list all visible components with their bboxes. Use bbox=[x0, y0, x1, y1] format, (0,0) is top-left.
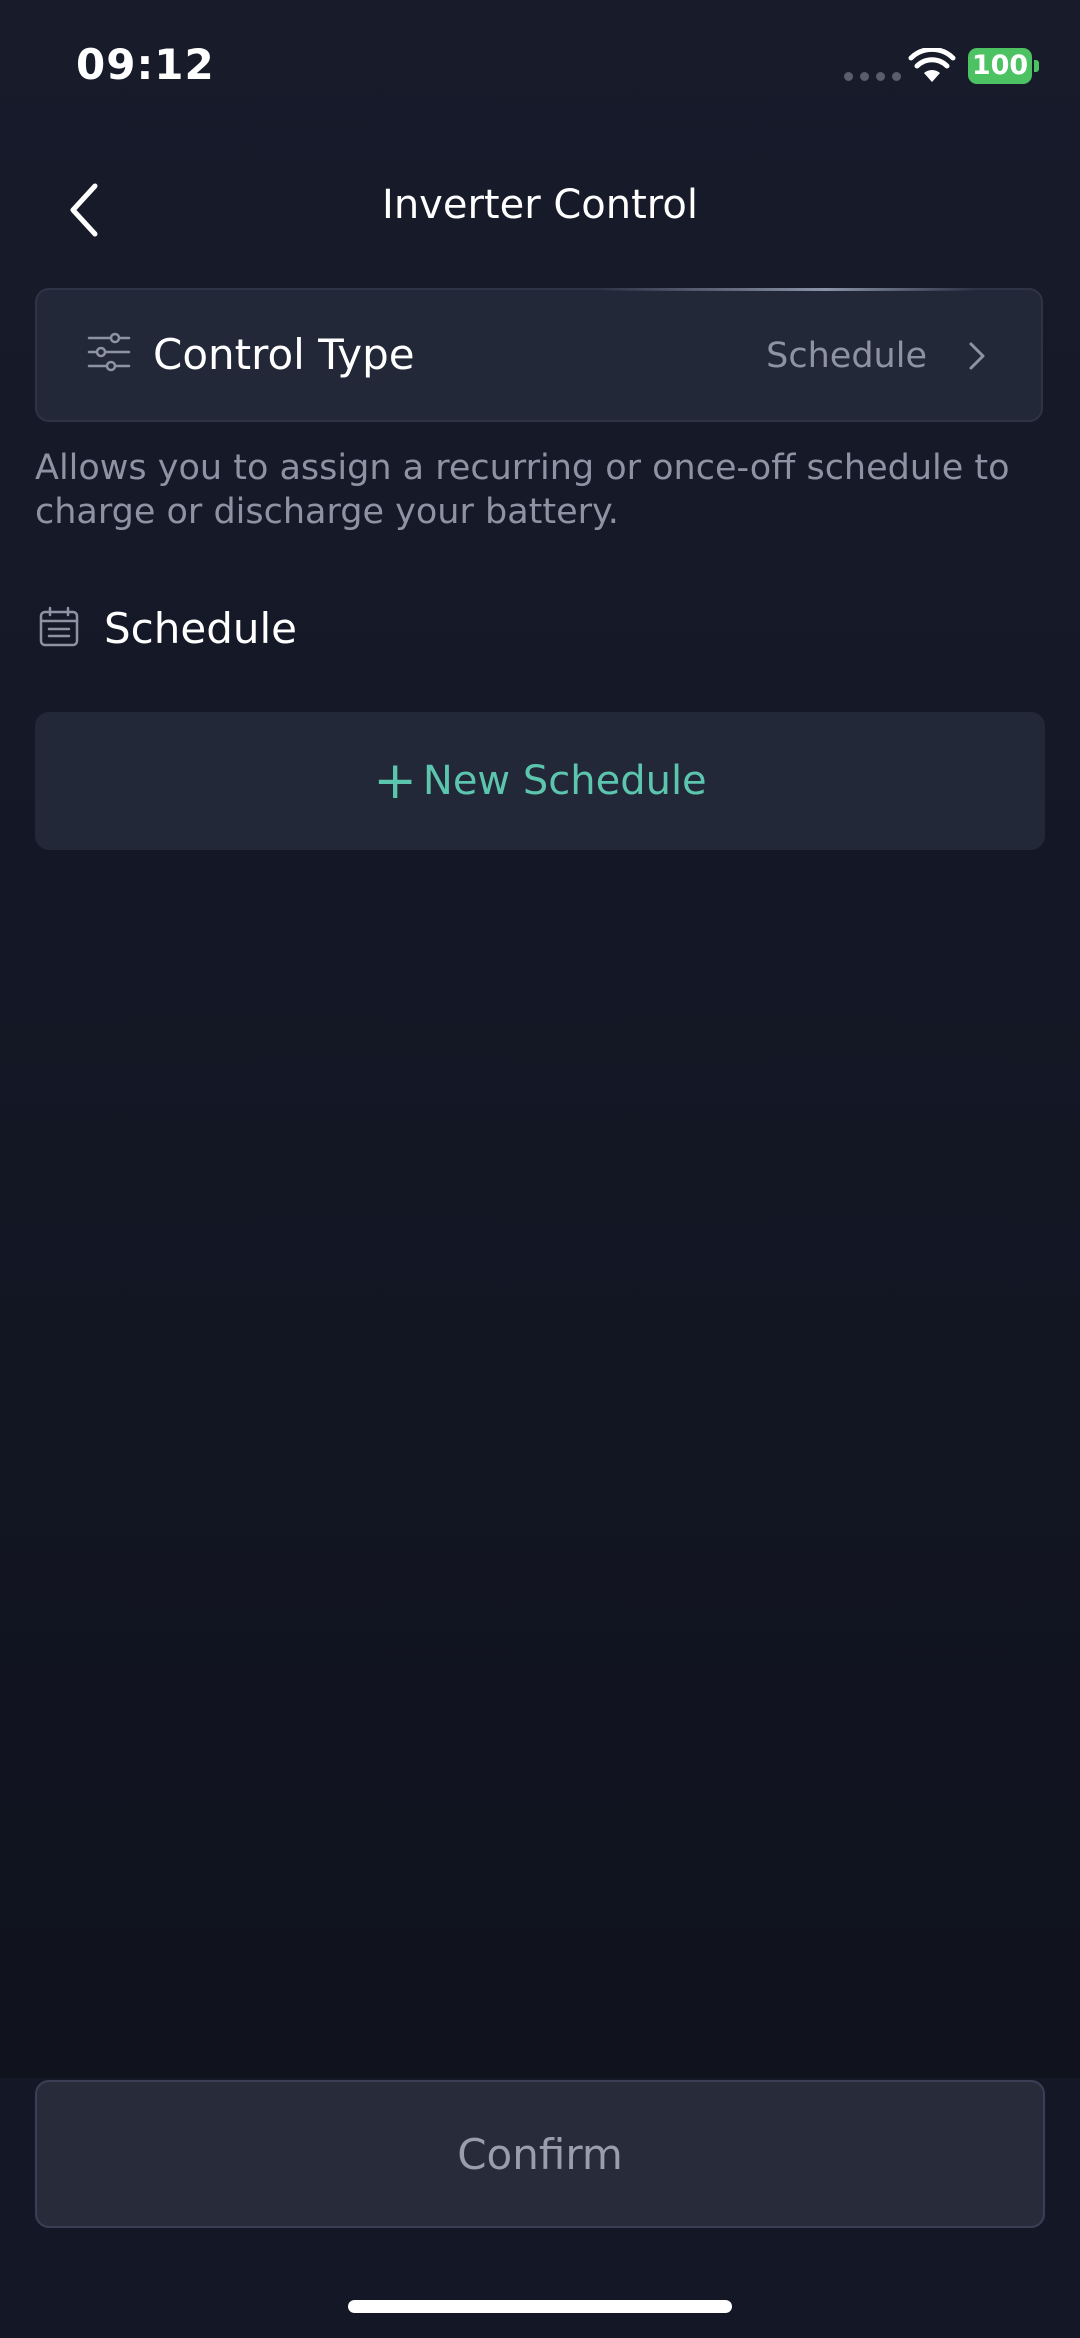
battery-icon: 100 bbox=[968, 48, 1032, 84]
calendar-icon bbox=[39, 606, 79, 647]
status-time: 09:12 bbox=[76, 40, 215, 89]
confirm-button[interactable]: Confirm bbox=[35, 2080, 1045, 2228]
schedule-section-title: Schedule bbox=[104, 604, 297, 653]
control-type-row[interactable]: Control Type Schedule bbox=[35, 288, 1043, 422]
nav-bar: Inverter Control bbox=[0, 160, 1080, 260]
chevron-right-icon bbox=[969, 342, 985, 370]
control-type-value: Schedule bbox=[766, 336, 927, 376]
status-bar: 09:12 100 bbox=[0, 0, 1080, 130]
new-schedule-button[interactable]: + New Schedule bbox=[35, 712, 1045, 850]
sliders-icon bbox=[87, 332, 131, 372]
control-type-label: Control Type bbox=[153, 330, 415, 379]
page-title: Inverter Control bbox=[382, 182, 698, 228]
plus-icon: + bbox=[373, 751, 417, 811]
control-type-description: Allows you to assign a recurring or once… bbox=[35, 448, 1010, 532]
chevron-left-icon bbox=[70, 183, 98, 237]
wifi-icon bbox=[908, 48, 956, 82]
back-button[interactable] bbox=[48, 170, 118, 250]
home-indicator bbox=[348, 2300, 732, 2313]
signal-dots-icon bbox=[844, 72, 901, 81]
new-schedule-label: New Schedule bbox=[422, 758, 707, 804]
battery-nub bbox=[1034, 60, 1039, 72]
